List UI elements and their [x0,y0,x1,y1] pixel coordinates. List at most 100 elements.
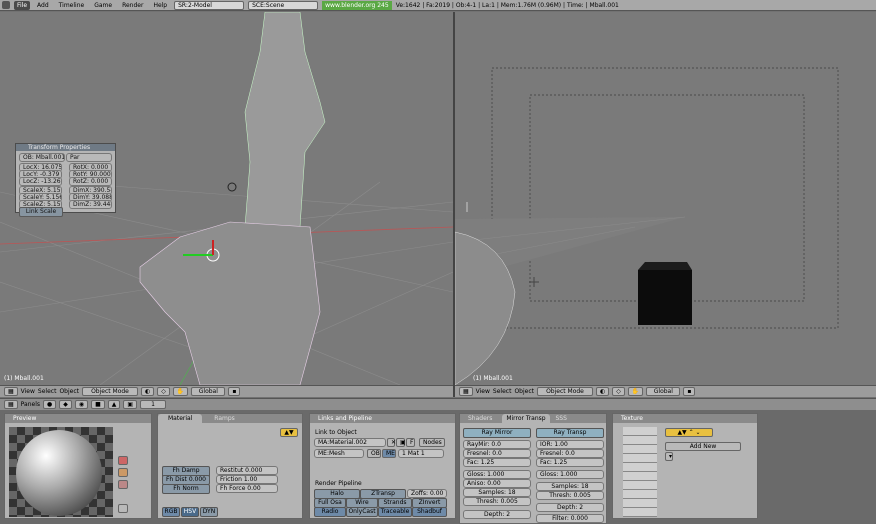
onlycast-button[interactable]: OnlyCast [346,507,378,517]
editor-type-icon[interactable]: ▦ [4,400,18,409]
aniso-field[interactable]: Aniso: 0.00 [463,479,531,488]
ray-mirror-button[interactable]: Ray Mirror [463,428,531,438]
menu-render[interactable]: Render [119,1,146,10]
restitut-field[interactable]: Restitut 0.000 [216,466,278,475]
fh-force-field[interactable]: Fh Force 0.00 [216,484,278,493]
orientation-selector[interactable]: Global [646,387,681,396]
tab-material[interactable]: Material [158,414,203,423]
fac-mirror-field[interactable]: Fac: 1.25 [463,458,531,467]
object-context-icon[interactable]: ■ [91,400,105,409]
info-icon[interactable] [2,1,10,9]
me-button[interactable]: ME [382,449,396,458]
editor-type-icon[interactable]: ▦ [4,387,18,396]
hsv-button[interactable]: HSV [181,507,199,517]
preview-sphere-icon[interactable] [118,468,128,477]
menu-help[interactable]: Help [150,1,170,10]
mode-selector[interactable]: Object Mode [536,387,593,396]
texture-channel-arrows-icon[interactable]: ▲▼ ⌃ ⌄ [665,428,713,437]
parent-field[interactable]: Par [66,153,112,162]
material-arrows-icon[interactable]: ▲▼ [280,428,298,437]
filter-field[interactable]: Filter: 0.000 [536,514,604,523]
transform-properties-panel: Transform Properties OB: Mball.001 Par L… [15,143,116,217]
traceable-button[interactable]: Traceable [378,507,412,517]
object-menu[interactable]: Object [514,388,534,395]
layer-icon[interactable]: ▪ [228,387,241,396]
thresh-transp-field[interactable]: Thresh: 0.005 [536,491,604,500]
nodes-button[interactable]: Nodes [419,438,445,447]
menu-timeline[interactable]: Timeline [56,1,88,10]
script-context-icon[interactable]: ◆ [59,400,72,409]
object-menu[interactable]: Object [59,388,79,395]
preview-flat-icon[interactable] [118,456,128,465]
draw-type-icon[interactable]: ◐ [140,387,155,396]
view-menu[interactable]: View [21,388,35,395]
fresnel-transp-field[interactable]: Fresnel: 0.0 [536,449,604,458]
ior-field[interactable]: IOR: 1.00 [536,440,604,449]
menu-file[interactable]: File [14,0,31,10]
manipulator-icon[interactable]: ✋ [627,387,644,396]
ray-transp-button[interactable]: Ray Transp [536,428,604,438]
preview-canvas [9,427,113,517]
f-button[interactable]: F [406,438,415,447]
add-new-texture-button[interactable]: Add New [665,442,741,451]
samples-mirror-field[interactable]: Samples: 18 [463,488,531,497]
pivot-icon[interactable]: ◇ [612,387,625,396]
loc-z[interactable]: LocZ: -13.263 [19,177,62,186]
fac-transp-field[interactable]: Fac: 1.25 [536,458,604,467]
scene-context-icon[interactable]: ▣ [123,400,138,409]
screen-selector[interactable]: SR:2-Model [174,0,245,10]
gloss-mirror-field[interactable]: Gloss: 1.000 [463,470,531,479]
select-menu[interactable]: Select [38,388,57,395]
orientation-selector[interactable]: Global [191,387,226,396]
scene-selector[interactable]: SCE:Scene [248,0,319,10]
preview-cube-icon[interactable] [118,480,128,489]
rot-z[interactable]: RotZ: 0.000 [69,177,112,186]
shading-context-icon[interactable]: ◉ [74,400,89,409]
raymir-field[interactable]: RayMir: 0.0 [463,440,531,449]
right-3d-viewport[interactable]: (1) Mball.001 [455,12,876,385]
ob-button[interactable]: OB [367,449,381,458]
menu-add[interactable]: Add [34,1,52,10]
fake-user-icon[interactable]: ▣ [396,438,406,447]
fresnel-mirror-field[interactable]: Fresnel: 0.0 [463,449,531,458]
right-view-object-label: (1) Mball.001 [473,375,513,382]
view-menu[interactable]: View [476,388,490,395]
object-name-field[interactable]: OB: Mball.001 [19,153,65,162]
editing-context-icon[interactable]: ▲ [107,400,121,409]
rgb-button[interactable]: RGB [162,507,180,517]
tab-ramps[interactable]: Ramps [204,414,245,423]
mode-selector[interactable]: Object Mode [81,387,138,396]
dim-z[interactable]: DimZ: 39.448 [69,200,112,209]
tab-shaders[interactable]: Shaders [460,414,500,423]
manipulator-icon[interactable]: ✋ [172,387,189,396]
material-name-field[interactable]: MA:Material.002 [314,438,386,447]
depth-mirror-field[interactable]: Depth: 2 [463,510,531,519]
radio-button[interactable]: Radio [314,507,346,517]
texture-browse-icon[interactable]: ▾ [665,452,673,461]
friction-field[interactable]: Friction 1.00 [216,475,278,484]
fh-norm-button[interactable]: Fh Norm [162,484,210,494]
preview-refresh-icon[interactable] [118,504,128,513]
editor-type-icon[interactable]: ▦ [459,387,473,396]
draw-type-icon[interactable]: ◐ [595,387,610,396]
frame-field[interactable]: 1 [140,400,167,409]
zoffs-field[interactable]: Zoffs: 0.00 [407,489,447,498]
texture-channel-list[interactable] [623,427,657,517]
depth-transp-field[interactable]: Depth: 2 [536,503,604,512]
panels-menu[interactable]: Panels [21,401,40,408]
tab-sss[interactable]: SSS [551,414,570,423]
shadbuf-button[interactable]: Shadbuf [412,507,447,517]
tab-mirror-transp[interactable]: Mirror Transp [502,414,550,423]
link-scale-button[interactable]: Link Scale [19,207,63,217]
samples-transp-field[interactable]: Samples: 18 [536,482,604,491]
gloss-transp-field[interactable]: Gloss: 1.000 [536,470,604,479]
pivot-icon[interactable]: ◇ [157,387,170,396]
layer-icon[interactable]: ▪ [683,387,696,396]
select-menu[interactable]: Select [493,388,512,395]
thresh-mirror-field[interactable]: Thresh: 0.005 [463,497,531,506]
menu-game[interactable]: Game [91,1,115,10]
unlink-icon[interactable]: ✕ [387,438,396,447]
mat-count-field[interactable]: 1 Mat 1 [398,449,444,458]
logic-context-icon[interactable]: ● [42,400,57,409]
dyn-button[interactable]: DYN [200,507,218,517]
